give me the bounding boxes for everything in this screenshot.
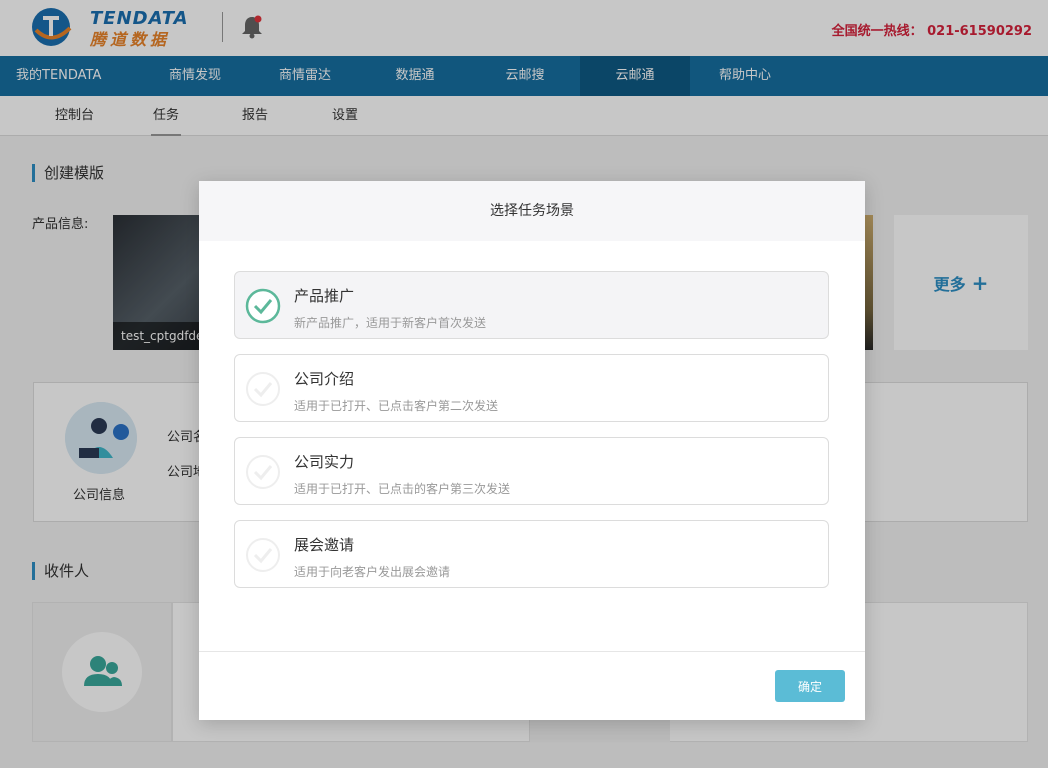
option-desc: 适用于已打开、已点击客户第二次发送 <box>294 399 499 413</box>
option-desc: 新产品推广，适用于新客户首次发送 <box>294 316 487 330</box>
option-title: 产品推广 <box>294 287 355 305</box>
check-circle-icon <box>246 372 280 406</box>
option-title: 公司介绍 <box>294 370 355 388</box>
dialog-title: 选择任务场景 <box>199 181 865 241</box>
option-desc: 适用于向老客户发出展会邀请 <box>294 565 451 579</box>
option-title: 公司实力 <box>294 453 355 471</box>
option-company-intro[interactable]: 公司介绍 适用于已打开、已点击客户第二次发送 <box>234 354 829 422</box>
check-circle-icon <box>246 538 280 572</box>
task-scenario-dialog: 选择任务场景 产品推广 新产品推广，适用于新客户首次发送 公司介绍 适用于已打开… <box>199 181 865 720</box>
option-company-strength[interactable]: 公司实力 适用于已打开、已点击的客户第三次发送 <box>234 437 829 505</box>
option-desc: 适用于已打开、已点击的客户第三次发送 <box>294 482 511 496</box>
option-exhibition-invite[interactable]: 展会邀请 适用于向老客户发出展会邀请 <box>234 520 829 588</box>
option-product-promotion[interactable]: 产品推广 新产品推广，适用于新客户首次发送 <box>234 271 829 339</box>
option-title: 展会邀请 <box>294 536 355 554</box>
check-circle-icon <box>245 288 281 324</box>
check-circle-icon <box>246 455 280 489</box>
dialog-footer-divider <box>199 651 865 652</box>
confirm-button[interactable]: 确定 <box>775 670 845 702</box>
